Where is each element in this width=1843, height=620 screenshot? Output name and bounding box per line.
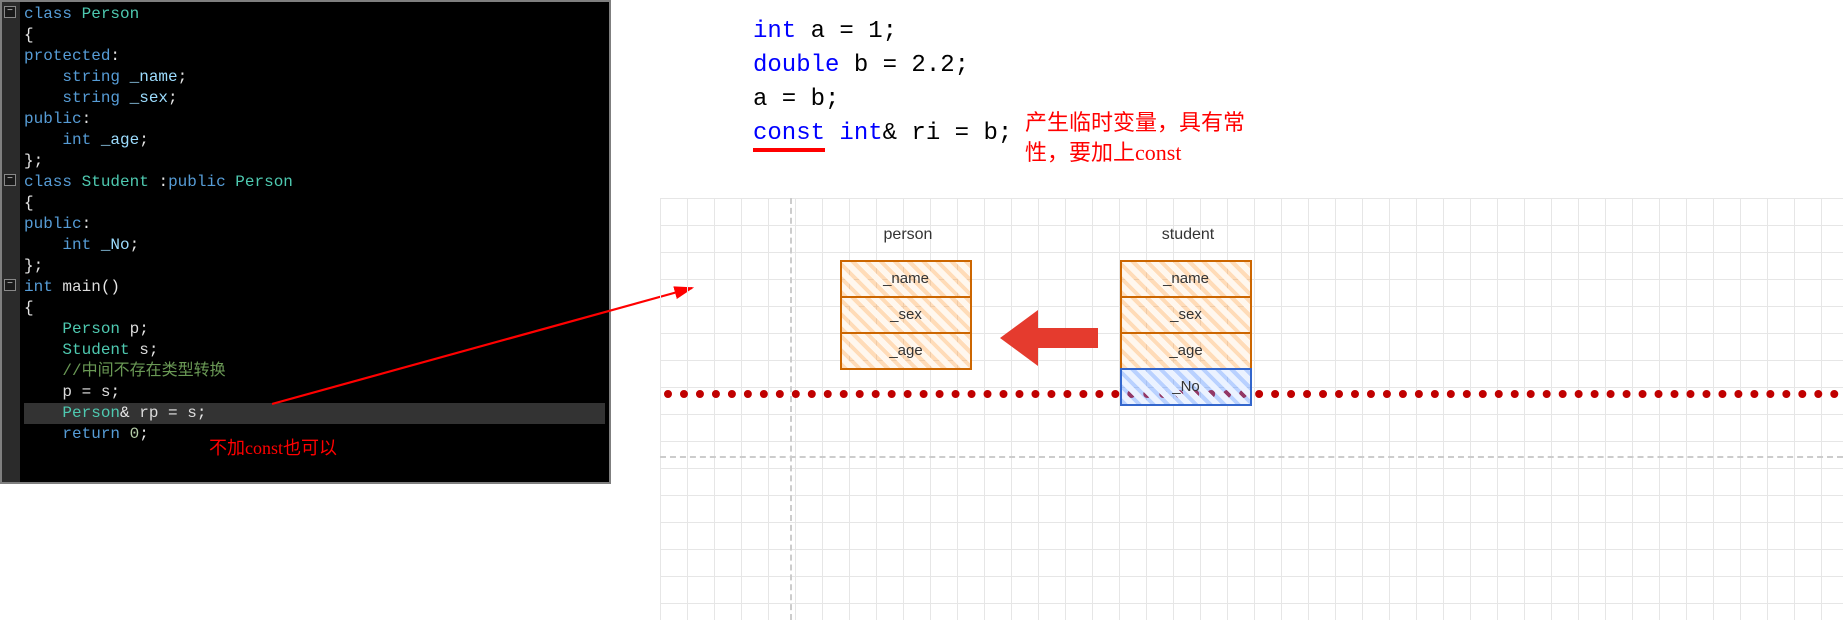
code-line[interactable]: { (24, 193, 605, 214)
student-cell: _name (1120, 260, 1252, 298)
code-line[interactable]: string _sex; (24, 88, 605, 109)
person-cell: _sex (840, 296, 972, 334)
slicing-arrow-icon (998, 308, 1098, 368)
code-line[interactable]: { (24, 298, 605, 319)
code-line[interactable]: protected: (24, 46, 605, 67)
code-line[interactable]: Person p; (24, 319, 605, 340)
student-cell: _age (1120, 332, 1252, 370)
annotation-no-const: 不加const也可以 (209, 438, 337, 459)
conversion-snippet: int a = 1; double b = 2.2; a = b; const … (753, 15, 1012, 151)
code-line[interactable]: { (24, 25, 605, 46)
student-cell: _sex (1120, 296, 1252, 334)
code-line[interactable]: Student s; (24, 340, 605, 361)
snippet-line-4: const int& ri = b; (753, 117, 1012, 151)
annotation-const-needed: 产生临时变量，具有常 性，要加上const (1025, 108, 1305, 168)
code-line[interactable]: }; (24, 151, 605, 172)
person-object: _name _sex _age (840, 262, 972, 370)
editor-gutter (2, 2, 20, 482)
code-line[interactable]: int _age; (24, 130, 605, 151)
snippet-line-2: double b = 2.2; (753, 49, 1012, 83)
fold-marker[interactable]: − (4, 6, 16, 18)
grid-guide (660, 456, 1843, 458)
grid-guide (790, 198, 792, 620)
code-line[interactable]: class Student :public Person (24, 172, 605, 193)
code-line[interactable]: public: (24, 109, 605, 130)
code-line[interactable]: int main() (24, 277, 605, 298)
person-cell: _name (840, 260, 972, 298)
snippet-line-3: a = b; (753, 83, 1012, 117)
code-line[interactable]: public: (24, 214, 605, 235)
student-cell-derived: _No (1120, 368, 1252, 406)
code-line[interactable]: //中间不存在类型转换 (24, 361, 605, 382)
code-line[interactable]: class Person (24, 4, 605, 25)
student-label: student (1128, 226, 1248, 244)
student-object: _name _sex _age _No (1120, 262, 1252, 406)
code-editor[interactable]: −−− class Person{protected: string _name… (0, 0, 611, 484)
person-label: person (848, 226, 968, 244)
code-line[interactable]: }; (24, 256, 605, 277)
code-line[interactable]: Person& rp = s; (24, 403, 605, 424)
memory-diagram: person student _name _sex _age _name _se… (660, 198, 1843, 620)
fold-marker[interactable]: − (4, 174, 16, 186)
fold-marker[interactable]: − (4, 279, 16, 291)
person-cell: _age (840, 332, 972, 370)
code-line[interactable]: int _No; (24, 235, 605, 256)
code-line[interactable]: string _name; (24, 67, 605, 88)
snippet-line-1: int a = 1; (753, 15, 1012, 49)
code-line[interactable]: p = s; (24, 382, 605, 403)
